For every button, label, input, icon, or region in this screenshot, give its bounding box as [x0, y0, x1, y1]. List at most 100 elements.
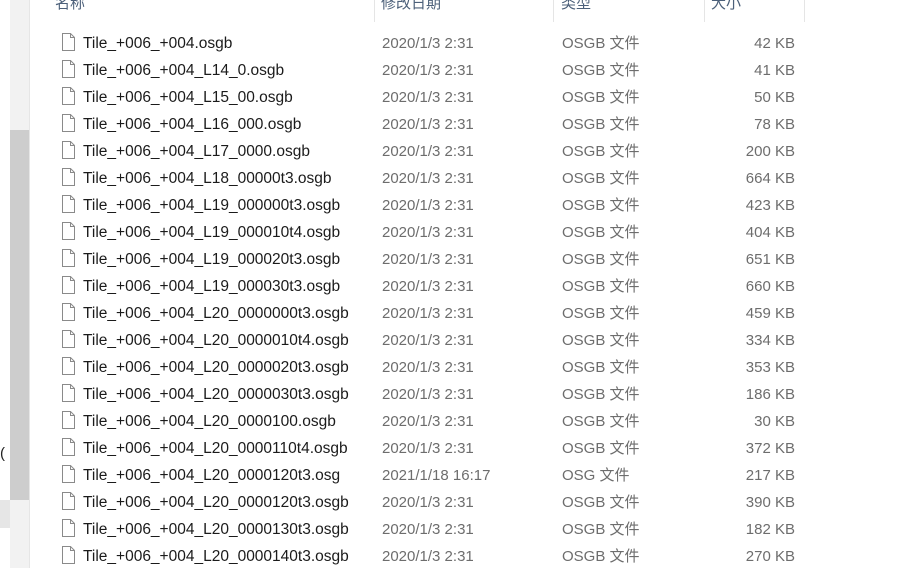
pane-divider[interactable] — [29, 0, 30, 568]
file-name: Tile_+006_+004_L19_000020t3.osgb — [83, 251, 341, 268]
file-list: Tile_+006_+004.osgb 2020/1/3 2:31 OSGB 文… — [47, 30, 807, 568]
file-date-modified: 2020/1/3 2:31 — [382, 494, 474, 511]
file-name: Tile_+006_+004_L20_0000120t3.osgb — [83, 494, 349, 511]
file-name: Tile_+006_+004_L20_0000120t3.osg — [83, 467, 341, 484]
document-icon — [62, 357, 75, 375]
file-row[interactable]: Tile_+006_+004_L15_00.osgb 2020/1/3 2:31… — [47, 84, 807, 111]
file-date-modified: 2020/1/3 2:31 — [382, 89, 474, 106]
file-date-modified: 2020/1/3 2:31 — [382, 143, 474, 160]
file-type: OSGB 文件 — [562, 197, 640, 214]
document-icon — [62, 168, 75, 186]
file-size: 660 KB — [745, 278, 795, 295]
column-header-size[interactable]: 大小 — [703, 0, 805, 20]
file-date-modified: 2020/1/3 2:31 — [382, 224, 474, 241]
nav-item-fragment[interactable]: ( ( — [0, 444, 10, 464]
document-icon — [62, 276, 75, 294]
column-separator[interactable] — [804, 0, 805, 22]
file-row[interactable]: Tile_+006_+004_L19_000010t4.osgb 2020/1/… — [47, 219, 807, 246]
file-type: OSGB 文件 — [562, 278, 640, 295]
nav-selected-item[interactable] — [0, 500, 10, 528]
file-type: OSGB 文件 — [562, 332, 640, 349]
document-icon — [62, 303, 75, 321]
file-row[interactable]: Tile_+006_+004_L20_0000030t3.osgb 2020/1… — [47, 381, 807, 408]
document-icon — [62, 330, 75, 348]
document-icon — [62, 33, 75, 51]
document-icon — [62, 222, 75, 240]
column-header-type[interactable]: 类型 — [553, 0, 703, 20]
file-date-modified: 2020/1/3 2:31 — [382, 170, 474, 187]
file-date-modified: 2020/1/3 2:31 — [382, 278, 474, 295]
column-separator[interactable] — [704, 0, 705, 22]
file-date-modified: 2020/1/3 2:31 — [382, 521, 474, 538]
file-row[interactable]: Tile_+006_+004_L20_0000010t4.osgb 2020/1… — [47, 327, 807, 354]
file-size: 186 KB — [745, 386, 795, 403]
file-row[interactable]: Tile_+006_+004_L20_0000000t3.osgb 2020/1… — [47, 300, 807, 327]
file-size: 664 KB — [745, 170, 795, 187]
file-explorer-window: ( ( 名称 修改日期 类型 大小 Tile_+006_+004.osgb 20… — [0, 0, 903, 568]
document-icon — [62, 141, 75, 159]
file-row[interactable]: Tile_+006_+004_L20_0000120t3.osg 2021/1/… — [47, 462, 807, 489]
file-row[interactable]: Tile_+006_+004_L20_0000120t3.osgb 2020/1… — [47, 489, 807, 516]
file-type: OSGB 文件 — [562, 359, 640, 376]
file-row[interactable]: Tile_+006_+004_L17_0000.osgb 2020/1/3 2:… — [47, 138, 807, 165]
file-size: 459 KB — [745, 305, 795, 322]
document-icon — [62, 438, 75, 456]
file-date-modified: 2020/1/3 2:31 — [382, 440, 474, 457]
file-date-modified: 2020/1/3 2:31 — [382, 62, 474, 79]
file-row[interactable]: Tile_+006_+004_L19_000030t3.osgb 2020/1/… — [47, 273, 807, 300]
file-name: Tile_+006_+004_L20_0000140t3.osgb — [83, 548, 349, 565]
file-row[interactable]: Tile_+006_+004_L20_0000020t3.osgb 2020/1… — [47, 354, 807, 381]
file-date-modified: 2020/1/3 2:31 — [382, 413, 474, 430]
file-row[interactable]: Tile_+006_+004_L16_000.osgb 2020/1/3 2:3… — [47, 111, 807, 138]
file-row[interactable]: Tile_+006_+004_L19_000000t3.osgb 2020/1/… — [47, 192, 807, 219]
file-date-modified: 2020/1/3 2:31 — [382, 548, 474, 565]
file-type: OSGB 文件 — [562, 548, 640, 565]
file-size: 30 KB — [754, 413, 795, 430]
file-name: Tile_+006_+004_L20_0000000t3.osgb — [83, 305, 349, 322]
file-row[interactable]: Tile_+006_+004_L20_0000140t3.osgb 2020/1… — [47, 543, 807, 568]
file-type: OSG 文件 — [562, 467, 630, 484]
file-row[interactable]: Tile_+006_+004.osgb 2020/1/3 2:31 OSGB 文… — [47, 30, 807, 57]
file-type: OSGB 文件 — [562, 35, 640, 52]
file-row[interactable]: Tile_+006_+004_L20_0000110t4.osgb 2020/1… — [47, 435, 807, 462]
document-icon — [62, 384, 75, 402]
column-separator[interactable] — [374, 0, 375, 22]
file-size: 41 KB — [754, 62, 795, 79]
file-name: Tile_+006_+004_L20_0000030t3.osgb — [83, 386, 349, 403]
document-icon — [62, 411, 75, 429]
file-name: Tile_+006_+004.osgb — [83, 35, 233, 52]
document-icon — [62, 465, 75, 483]
file-type: OSGB 文件 — [562, 89, 640, 106]
file-name: Tile_+006_+004_L18_00000t3.osgb — [83, 170, 332, 187]
file-row[interactable]: Tile_+006_+004_L14_0.osgb 2020/1/3 2:31 … — [47, 57, 807, 84]
file-type: OSGB 文件 — [562, 494, 640, 511]
file-name: Tile_+006_+004_L15_00.osgb — [83, 89, 293, 106]
file-size: 217 KB — [745, 467, 795, 484]
file-type: OSGB 文件 — [562, 224, 640, 241]
file-size: 390 KB — [745, 494, 795, 511]
file-size: 42 KB — [754, 35, 795, 52]
file-row[interactable]: Tile_+006_+004_L19_000020t3.osgb 2020/1/… — [47, 246, 807, 273]
document-icon — [62, 492, 75, 510]
file-name: Tile_+006_+004_L14_0.osgb — [83, 62, 285, 79]
file-type: OSGB 文件 — [562, 413, 640, 430]
file-name: Tile_+006_+004_L20_0000130t3.osgb — [83, 521, 349, 538]
file-name: Tile_+006_+004_L19_000030t3.osgb — [83, 278, 341, 295]
nav-scrollbar-thumb[interactable] — [10, 130, 29, 500]
file-size: 200 KB — [745, 143, 795, 160]
file-type: OSGB 文件 — [562, 305, 640, 322]
column-separator[interactable] — [553, 0, 554, 22]
file-size: 372 KB — [745, 440, 795, 457]
file-row[interactable]: Tile_+006_+004_L20_0000100.osgb 2020/1/3… — [47, 408, 807, 435]
file-size: 270 KB — [745, 548, 795, 565]
file-date-modified: 2020/1/3 2:31 — [382, 359, 474, 376]
file-type: OSGB 文件 — [562, 62, 640, 79]
file-row[interactable]: Tile_+006_+004_L18_00000t3.osgb 2020/1/3… — [47, 165, 807, 192]
file-row[interactable]: Tile_+006_+004_L20_0000130t3.osgb 2020/1… — [47, 516, 807, 543]
column-header-name[interactable]: 名称 — [47, 0, 373, 20]
file-size: 182 KB — [745, 521, 795, 538]
file-size: 50 KB — [754, 89, 795, 106]
column-header-date-modified[interactable]: 修改日期 — [373, 0, 553, 20]
document-icon — [62, 60, 75, 78]
document-icon — [62, 114, 75, 132]
